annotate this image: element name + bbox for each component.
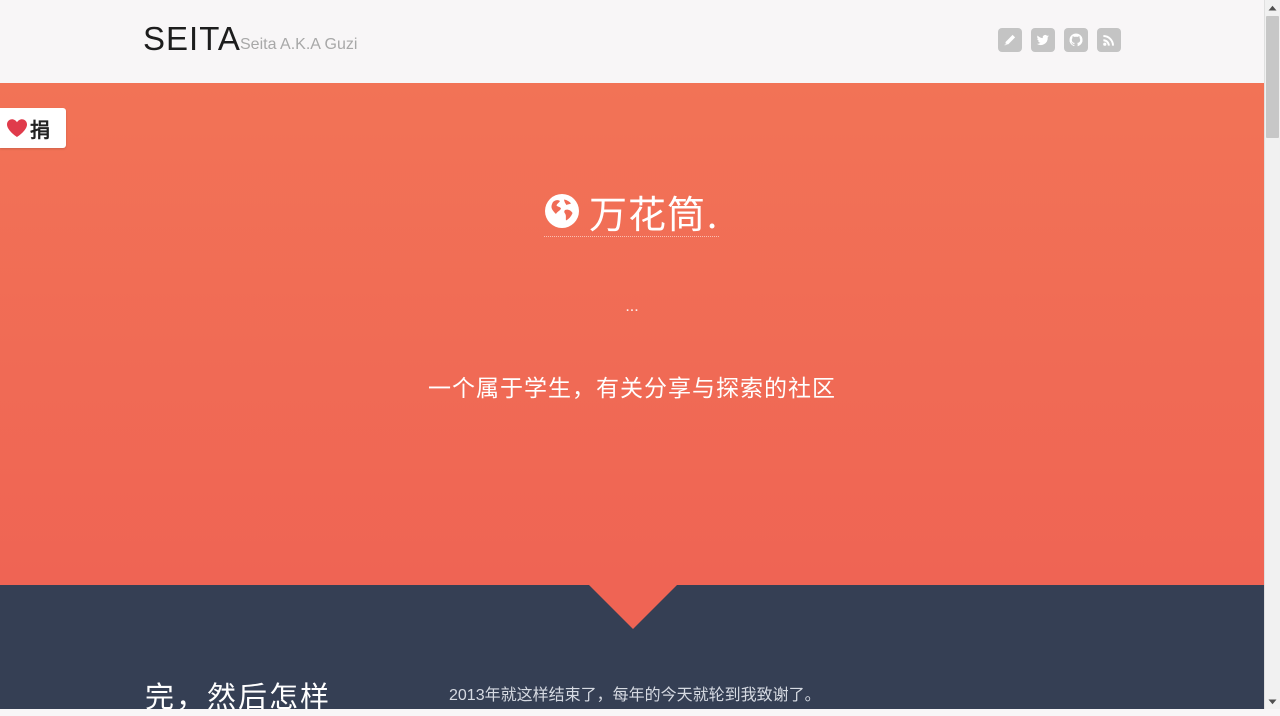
hero-subtitle: 一个属于学生，有关分享与探索的社区 [428,376,836,402]
section-title: 完，然后怎样 [145,680,332,714]
scroll-up-icon[interactable] [1265,0,1280,15]
scroll-down-icon[interactable] [1265,694,1280,709]
pencil-icon[interactable] [998,28,1022,52]
hero-title: 万花筒. [589,192,720,237]
social-links [998,28,1121,52]
hero-banner [0,83,1264,585]
page-scrollbar[interactable] [1264,0,1280,709]
heart-icon [7,119,27,137]
hero-ellipsis: ... [625,298,639,315]
twitter-icon[interactable] [1031,28,1055,52]
github-icon[interactable] [1064,28,1088,52]
donate-label: 捐 [30,117,50,142]
hero-title-link[interactable]: 万花筒. [544,186,720,237]
donate-button[interactable]: 捐 [0,108,66,148]
site-header: SEITA Seita A.K.A Guzi [0,0,1264,83]
globe-icon [545,194,579,228]
rss-icon[interactable] [1097,28,1121,52]
site-tagline: Seita A.K.A Guzi [240,36,358,53]
section-text: 2013年就这样结束了，每年的今天就轮到我致谢了。 [449,687,821,704]
section-notch [589,585,677,629]
scroll-thumb[interactable] [1266,16,1279,138]
site-brand[interactable]: SEITA [143,20,241,58]
